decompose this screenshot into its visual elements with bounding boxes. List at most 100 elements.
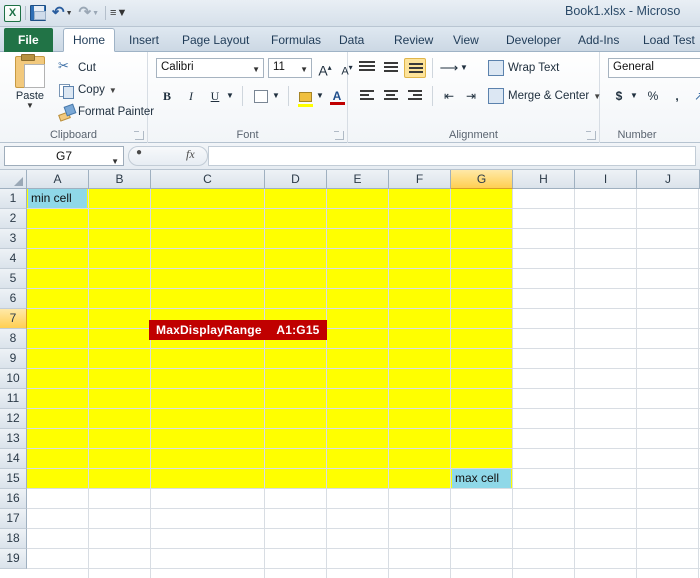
name-box-caret-icon[interactable]: ▼ bbox=[111, 152, 119, 171]
currency-caret-icon[interactable]: ▼ bbox=[628, 86, 640, 106]
tab-home[interactable]: Home bbox=[63, 28, 116, 52]
row-header-9[interactable]: 9 bbox=[0, 349, 27, 369]
italic-button[interactable]: I bbox=[180, 86, 202, 106]
tab-view[interactable]: View bbox=[444, 29, 488, 52]
row-header-1[interactable]: 1 bbox=[0, 189, 27, 209]
font-divider bbox=[242, 86, 243, 106]
row-header-15[interactable]: 15 bbox=[0, 469, 27, 489]
underline-button[interactable]: U bbox=[204, 86, 226, 106]
row-header-10[interactable]: 10 bbox=[0, 369, 27, 389]
format-painter-button[interactable]: Format Painter bbox=[58, 104, 154, 120]
gridline-h bbox=[27, 208, 700, 209]
fill-color-caret-icon[interactable]: ▼ bbox=[314, 86, 326, 106]
fill-color-icon bbox=[298, 91, 312, 102]
align-left-button[interactable] bbox=[356, 86, 378, 106]
row-header-17[interactable]: 17 bbox=[0, 509, 27, 529]
column-header-b[interactable]: B bbox=[89, 170, 151, 189]
number-format-select[interactable]: General bbox=[608, 58, 700, 78]
row-header-6[interactable]: 6 bbox=[0, 289, 27, 309]
undo-icon[interactable]: ↶ ▼ bbox=[52, 5, 73, 21]
font-color-label: A bbox=[332, 89, 342, 103]
tab-add-ins[interactable]: Add-Ins bbox=[569, 29, 628, 52]
font-size-input[interactable]: 11 ▼ bbox=[268, 58, 312, 78]
merge-center-button[interactable]: Merge & Center ▼ bbox=[488, 88, 601, 104]
align-center-button[interactable] bbox=[380, 86, 402, 106]
borders-button[interactable] bbox=[250, 86, 272, 106]
cell-a1[interactable]: min cell bbox=[28, 189, 87, 208]
column-header-g[interactable]: G bbox=[451, 170, 513, 189]
bottom-align-button[interactable] bbox=[404, 58, 426, 78]
font-name-value: Calibri bbox=[161, 61, 194, 73]
customize-qat-icon[interactable]: ≡▼ bbox=[110, 7, 127, 19]
align-right-button[interactable] bbox=[404, 86, 426, 106]
orientation-caret-icon[interactable]: ▼ bbox=[458, 58, 470, 78]
insert-function-icon[interactable]: fx bbox=[186, 147, 195, 162]
column-header-j[interactable]: J bbox=[637, 170, 700, 189]
bold-button[interactable]: B bbox=[156, 86, 178, 106]
borders-caret-icon[interactable]: ▼ bbox=[270, 86, 282, 106]
paste-button[interactable]: Paste ▼ bbox=[6, 54, 54, 110]
column-header-d[interactable]: D bbox=[265, 170, 327, 189]
tab-developer[interactable]: Developer bbox=[497, 29, 570, 52]
row-header-8[interactable]: 8 bbox=[0, 329, 27, 349]
row-header-19[interactable]: 19 bbox=[0, 549, 27, 569]
column-header-h[interactable]: H bbox=[513, 170, 575, 189]
tab-data[interactable]: Data bbox=[330, 29, 373, 52]
tab-file[interactable]: File bbox=[4, 28, 53, 52]
copy-button[interactable]: Copy ▼ bbox=[58, 82, 117, 99]
column-header-i[interactable]: I bbox=[575, 170, 637, 189]
column-header-c[interactable]: C bbox=[151, 170, 265, 189]
top-align-button[interactable] bbox=[356, 58, 378, 78]
row-header-18[interactable]: 18 bbox=[0, 529, 27, 549]
select-all-button[interactable] bbox=[0, 170, 27, 189]
row-header-13[interactable]: 13 bbox=[0, 429, 27, 449]
increase-indent-button[interactable]: ⇥ bbox=[460, 86, 482, 106]
paste-dropdown-caret-icon[interactable]: ▼ bbox=[6, 102, 54, 110]
column-header-f[interactable]: F bbox=[389, 170, 451, 189]
decrease-indent-button[interactable]: ⇤ bbox=[438, 86, 460, 106]
comma-button[interactable]: , bbox=[666, 86, 688, 106]
save-icon[interactable] bbox=[30, 5, 46, 21]
tab-load-test[interactable]: Load Test bbox=[634, 29, 700, 52]
font-size-caret-icon[interactable]: ▼ bbox=[300, 65, 308, 74]
grow-font-button[interactable]: A▴ bbox=[314, 58, 336, 79]
row-header-14[interactable]: 14 bbox=[0, 449, 27, 469]
row-header-3[interactable]: 3 bbox=[0, 229, 27, 249]
formula-input[interactable] bbox=[208, 146, 696, 166]
percent-button[interactable]: % bbox=[642, 86, 664, 106]
currency-button[interactable]: $ bbox=[608, 86, 630, 106]
tab-page-layout[interactable]: Page Layout bbox=[173, 29, 258, 52]
row-header-11[interactable]: 11 bbox=[0, 389, 27, 409]
row-header-2[interactable]: 2 bbox=[0, 209, 27, 229]
column-header-a[interactable]: A bbox=[27, 170, 89, 189]
tab-insert[interactable]: Insert bbox=[120, 29, 168, 52]
increase-decimal-button[interactable]: ↗ bbox=[688, 86, 700, 106]
font-name-input[interactable]: Calibri ▼ bbox=[156, 58, 264, 78]
cut-button[interactable]: Cut bbox=[58, 58, 96, 76]
row-header-12[interactable]: 12 bbox=[0, 409, 27, 429]
row-header-4[interactable]: 4 bbox=[0, 249, 27, 269]
tab-formulas[interactable]: Formulas bbox=[262, 29, 330, 52]
underline-caret-icon[interactable]: ▼ bbox=[224, 86, 236, 106]
font-color-button[interactable]: A bbox=[326, 86, 348, 106]
tab-review[interactable]: Review bbox=[385, 29, 442, 52]
font-dialog-launcher-icon[interactable] bbox=[334, 131, 344, 140]
font-name-caret-icon[interactable]: ▼ bbox=[252, 65, 260, 74]
grid-area[interactable]: min cell max cell MaxDisplayRange A1:G15 bbox=[27, 189, 700, 578]
wrap-text-button[interactable]: Wrap Text bbox=[488, 60, 559, 76]
copy-dropdown-caret-icon[interactable]: ▼ bbox=[109, 86, 117, 95]
orientation-button[interactable]: ⟶ bbox=[438, 58, 460, 78]
worksheet[interactable]: A B C D E F G H I J 1 2 3 4 5 6 7 8 9 10… bbox=[0, 170, 700, 578]
redo-icon[interactable]: ↷ ▼ bbox=[79, 5, 100, 21]
cancel-formula-icon[interactable]: ● bbox=[136, 147, 142, 158]
row-header-16[interactable]: 16 bbox=[0, 489, 27, 509]
middle-align-button[interactable] bbox=[380, 58, 402, 78]
excel-logo-icon[interactable]: X bbox=[4, 4, 21, 22]
clipboard-dialog-launcher-icon[interactable] bbox=[134, 131, 144, 140]
row-header-7[interactable]: 7 bbox=[0, 309, 27, 329]
cell-g15[interactable]: max cell bbox=[452, 469, 511, 488]
row-header-5[interactable]: 5 bbox=[0, 269, 27, 289]
fill-color-button[interactable] bbox=[294, 86, 316, 107]
column-header-e[interactable]: E bbox=[327, 170, 389, 189]
name-box[interactable]: G7 ▼ bbox=[4, 146, 124, 166]
